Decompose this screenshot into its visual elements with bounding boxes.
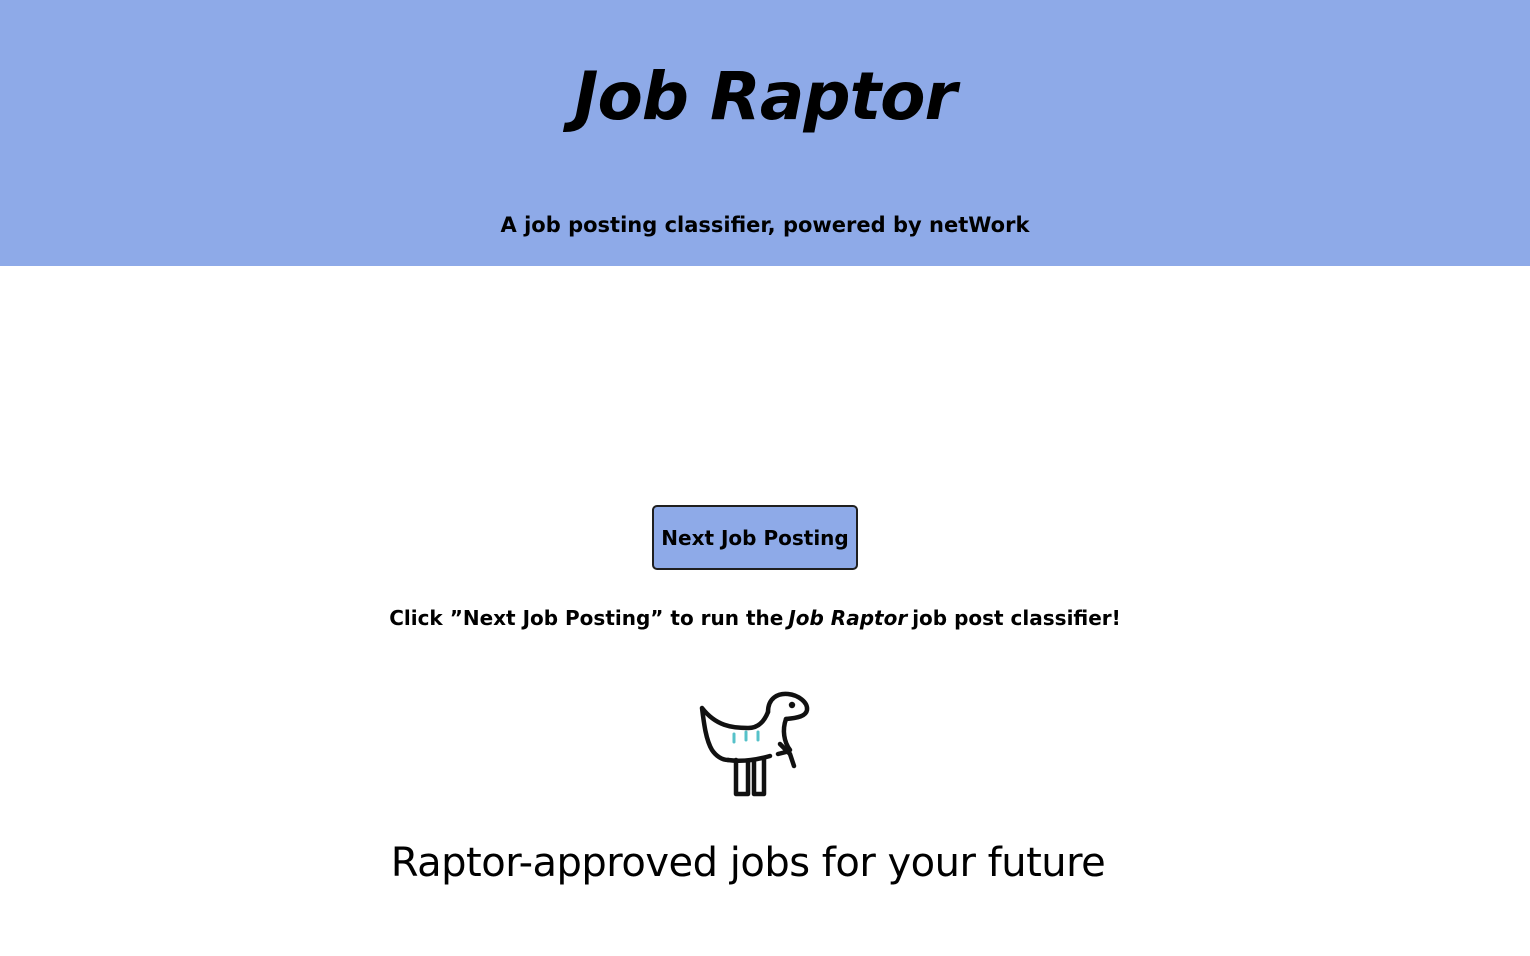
app-subtitle: A job posting classifier, powered by net… xyxy=(500,213,1030,237)
instruction-prefix: Click ”Next Job Posting” to run the xyxy=(389,606,784,630)
app-title: Job Raptor xyxy=(573,58,957,135)
tagline: Raptor-approved jobs for your future xyxy=(390,840,1106,886)
instruction-suffix: job post classifier! xyxy=(912,606,1121,630)
instruction-app-name: Job Raptor xyxy=(788,606,908,630)
next-job-posting-button[interactable]: Next Job Posting xyxy=(652,505,858,570)
instruction-text: Click ”Next Job Posting” to run the Job R… xyxy=(0,603,1510,633)
raptor-dinosaur-icon xyxy=(699,691,810,797)
app-header: Job Raptor A job posting classifier, pow… xyxy=(0,0,1530,266)
